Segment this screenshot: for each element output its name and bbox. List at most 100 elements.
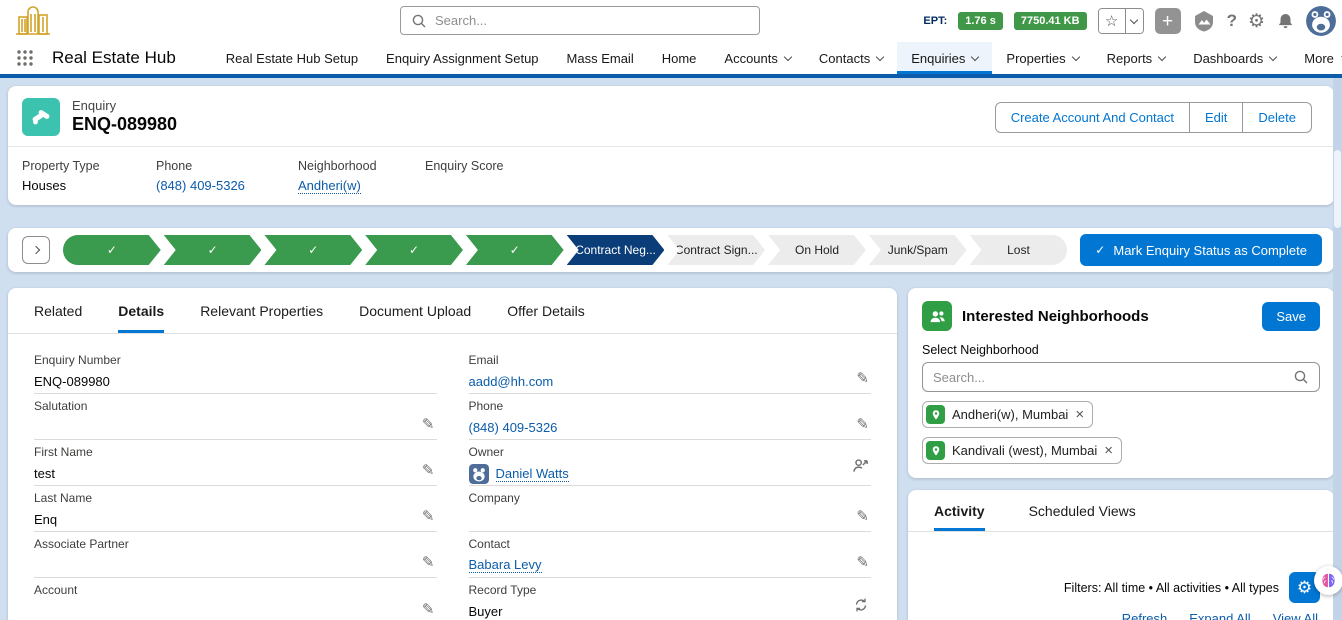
tab-relevant-properties[interactable]: Relevant Properties xyxy=(200,288,323,333)
field-associate-partner: Associate Partner ✎ xyxy=(34,532,437,578)
nav-tab-enquiry-assignment-setup[interactable]: Enquiry Assignment Setup xyxy=(372,42,552,74)
location-pin-icon xyxy=(926,405,945,424)
chevron-down-icon xyxy=(1269,52,1277,60)
edit-pencil-icon[interactable]: ✎ xyxy=(856,369,869,387)
remove-chip-icon[interactable]: × xyxy=(1104,443,1113,458)
guidance-center-icon[interactable] xyxy=(1192,9,1216,33)
nav-tab-reports[interactable]: Reports xyxy=(1093,42,1180,74)
ept-size-badge: 7750.41 KB xyxy=(1014,12,1087,30)
app-name: Real Estate Hub xyxy=(52,42,176,74)
edit-pencil-icon[interactable]: ✎ xyxy=(422,553,435,571)
expand-all-link[interactable]: Expand All xyxy=(1189,611,1250,620)
tab-scheduled-views[interactable]: Scheduled Views xyxy=(1029,490,1136,531)
path-expand-button[interactable] xyxy=(22,236,50,264)
help-button[interactable]: ? xyxy=(1227,11,1237,31)
tab-details[interactable]: Details xyxy=(118,288,164,333)
notifications-bell-button[interactable] xyxy=(1276,12,1295,31)
neighborhoods-people-icon xyxy=(922,301,952,331)
favorites-dropdown-button[interactable] xyxy=(1125,9,1143,33)
edit-pencil-icon[interactable]: ✎ xyxy=(422,461,435,479)
edit-pencil-icon[interactable]: ✎ xyxy=(422,600,435,618)
tab-document-upload[interactable]: Document Upload xyxy=(359,288,471,333)
app-navigation-bar: Real Estate Hub Real Estate Hub Setup En… xyxy=(0,42,1342,78)
nav-tab-properties[interactable]: Properties xyxy=(992,42,1092,74)
delete-button[interactable]: Delete xyxy=(1243,102,1312,133)
path-stage-contract-negotiation[interactable]: Contract Neg... xyxy=(567,235,665,265)
scrollbar-thumb[interactable] xyxy=(1334,150,1341,228)
global-search[interactable] xyxy=(400,6,760,35)
nav-tabs: Real Estate Hub Setup Enquiry Assignment… xyxy=(212,42,1342,74)
setup-gear-button[interactable]: ⚙ xyxy=(1248,10,1265,33)
favorites-control: ☆ xyxy=(1098,8,1144,34)
edit-pencil-icon[interactable]: ✎ xyxy=(856,415,869,433)
path-stage-complete-1[interactable]: ✓ xyxy=(63,235,161,265)
neighborhood-link[interactable]: Andheri(w) xyxy=(298,178,361,194)
field-last-name: Last Name Enq ✎ xyxy=(34,486,437,532)
phone-link[interactable]: (848) 409-5326 xyxy=(469,420,558,435)
phone-link[interactable]: (848) 409-5326 xyxy=(156,178,245,193)
global-search-input[interactable] xyxy=(435,13,749,28)
change-record-type-icon[interactable] xyxy=(853,597,869,618)
nav-tab-enquiries[interactable]: Enquiries xyxy=(897,42,992,74)
save-button[interactable]: Save xyxy=(1262,302,1320,331)
edit-pencil-icon[interactable]: ✎ xyxy=(422,507,435,525)
path-stage-contract-signed[interactable]: Contract Sign... xyxy=(667,235,765,265)
path-stage-on-hold[interactable]: On Hold xyxy=(768,235,866,265)
change-owner-icon[interactable] xyxy=(852,457,869,479)
mark-status-complete-button[interactable]: ✓ Mark Enquiry Status as Complete xyxy=(1080,234,1322,266)
nav-tab-home[interactable]: Home xyxy=(648,42,711,74)
email-link[interactable]: aadd@hh.com xyxy=(469,374,554,389)
owner-link[interactable]: Daniel Watts xyxy=(496,466,569,482)
tab-related[interactable]: Related xyxy=(34,288,82,333)
field-email: Email aadd@hh.com ✎ xyxy=(469,348,872,394)
location-pin-icon xyxy=(926,441,945,460)
remove-chip-icon[interactable]: × xyxy=(1075,407,1084,422)
search-icon xyxy=(1293,369,1309,385)
neighborhood-search-input[interactable] xyxy=(933,370,1285,385)
header-utilities: EPT: 1.76 s 7750.41 KB ☆ + ? ⚙ xyxy=(923,0,1336,42)
record-highlights-card: Enquiry ENQ-089980 Create Account And Co… xyxy=(8,86,1334,205)
user-avatar[interactable] xyxy=(1306,6,1336,36)
quick-create-button[interactable]: + xyxy=(1155,8,1181,34)
edit-button[interactable]: Edit xyxy=(1190,102,1243,133)
view-all-link[interactable]: View All xyxy=(1273,611,1318,620)
neighborhood-search-box[interactable] xyxy=(922,362,1320,392)
nav-tab-accounts[interactable]: Accounts xyxy=(710,42,804,74)
edit-pencil-icon[interactable]: ✎ xyxy=(856,553,869,571)
path-stage-complete-4[interactable]: ✓ xyxy=(365,235,463,265)
detail-form-left-column: Enquiry Number ENQ-089980 Salutation ✎ F… xyxy=(34,348,437,620)
detail-form-right-column: Email aadd@hh.com ✎ Phone (848) 409-5326… xyxy=(469,348,872,620)
nav-tab-real-estate-hub-setup[interactable]: Real Estate Hub Setup xyxy=(212,42,372,74)
field-phone: Phone (848) 409-5326 ✎ xyxy=(469,394,872,440)
refresh-link[interactable]: Refresh xyxy=(1122,611,1168,620)
nav-tab-more[interactable]: More xyxy=(1290,42,1342,74)
tab-offer-details[interactable]: Offer Details xyxy=(507,288,585,333)
owner-avatar xyxy=(469,464,489,484)
nav-tab-mass-email[interactable]: Mass Email xyxy=(553,42,648,74)
path-stage-complete-3[interactable]: ✓ xyxy=(264,235,362,265)
edit-pencil-icon[interactable]: ✎ xyxy=(422,415,435,433)
check-icon: ✓ xyxy=(308,243,318,257)
chevron-down-icon xyxy=(1071,52,1079,60)
nav-tab-dashboards[interactable]: Dashboards xyxy=(1179,42,1290,74)
path-stage-junk-spam[interactable]: Junk/Spam xyxy=(869,235,967,265)
create-account-and-contact-button[interactable]: Create Account And Contact xyxy=(995,102,1190,133)
edit-pencil-icon[interactable]: ✎ xyxy=(856,507,869,525)
global-header: EPT: 1.76 s 7750.41 KB ☆ + ? ⚙ xyxy=(0,0,1342,42)
path-stage-lost[interactable]: Lost xyxy=(970,235,1068,265)
field-first-name: First Name test ✎ xyxy=(34,440,437,486)
browser-extension-brain-icon[interactable] xyxy=(1314,566,1342,595)
contact-link[interactable]: Babara Levy xyxy=(469,557,542,573)
tab-activity[interactable]: Activity xyxy=(934,490,985,531)
app-launcher-waffle-icon[interactable] xyxy=(16,42,34,74)
chevron-right-icon xyxy=(32,246,40,254)
favorite-star-button[interactable]: ☆ xyxy=(1099,9,1125,33)
nav-tab-contacts[interactable]: Contacts xyxy=(805,42,897,74)
check-icon: ✓ xyxy=(409,243,419,257)
path-stages: ✓ ✓ ✓ ✓ ✓ Contract Neg... Contract Sign.… xyxy=(63,235,1067,265)
path-stage-complete-5[interactable]: ✓ xyxy=(466,235,564,265)
path-stage-complete-2[interactable]: ✓ xyxy=(164,235,262,265)
page-scrollbar[interactable] xyxy=(1333,78,1342,620)
check-icon: ✓ xyxy=(208,243,218,257)
field-owner: Owner Daniel Watts xyxy=(469,440,872,486)
